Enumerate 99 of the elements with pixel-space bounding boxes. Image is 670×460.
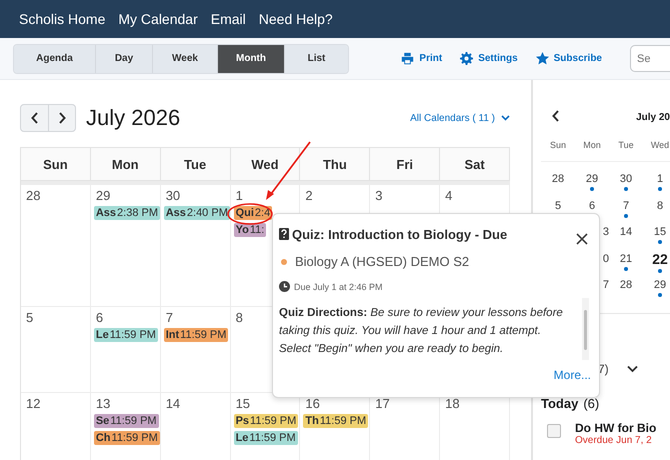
calendars-dropdown[interactable]: All Calendars ( 11 ) bbox=[410, 112, 510, 124]
nav-link[interactable]: Need Help? bbox=[258, 11, 333, 27]
settings-button[interactable]: Settings bbox=[460, 52, 518, 65]
mini-calendar-day[interactable]: 30 bbox=[620, 173, 632, 185]
view-tab[interactable]: List bbox=[285, 44, 348, 72]
quiz-directions: Quiz Directions: Be sure to review your lessons before taking this quiz. You will have 1 hour and 1 attempt. Select "Begin" when you are ready to begin. bbox=[279, 306, 564, 357]
weekday-label: Tue bbox=[609, 137, 643, 162]
task-title[interactable]: Do HW for Bio bbox=[575, 420, 656, 434]
help-icon bbox=[279, 228, 289, 240]
course-name: Biology A (HGSED) DEMO S2 bbox=[295, 254, 470, 269]
event-chip[interactable]: Int11:59 PM bbox=[164, 328, 228, 342]
mini-calendar-day[interactable]: 22 bbox=[652, 250, 668, 266]
task-checkbox[interactable] bbox=[547, 424, 561, 438]
weekday-header: Thu bbox=[300, 147, 370, 181]
day-number: 30 bbox=[164, 188, 180, 203]
clock-icon bbox=[279, 281, 290, 292]
chevron-down-icon[interactable] bbox=[626, 364, 638, 372]
event-chip[interactable]: Yo11: bbox=[234, 223, 266, 237]
view-tab[interactable]: Day bbox=[96, 44, 153, 72]
event-chip[interactable]: Th11:59 PM bbox=[303, 414, 368, 428]
task-count: 7) bbox=[598, 362, 609, 376]
day-number: 5 bbox=[25, 310, 34, 325]
mini-calendar-day[interactable]: 29 bbox=[586, 173, 598, 185]
mini-calendar-day[interactable]: 0 bbox=[602, 252, 609, 264]
weekday-header: Sun bbox=[21, 147, 91, 181]
weekday-label: Wed bbox=[643, 137, 670, 162]
weekday-label: Mon bbox=[575, 137, 609, 162]
chevron-right-icon bbox=[58, 112, 66, 124]
search-field[interactable]: Se bbox=[630, 45, 670, 72]
mini-calendar-day[interactable]: 28 bbox=[620, 279, 632, 291]
event-chip[interactable]: Ass2:38 PM bbox=[94, 206, 160, 220]
day-number: 29 bbox=[94, 188, 110, 203]
due-date: Due July 1 at 2:46 PM bbox=[294, 282, 383, 292]
highlight-ring bbox=[227, 203, 273, 225]
weekday-header: Mon bbox=[90, 147, 161, 181]
mini-calendar-day[interactable]: 1 bbox=[656, 173, 664, 185]
nav-link[interactable]: Email bbox=[210, 11, 246, 27]
view-tab[interactable]: Month bbox=[218, 44, 285, 72]
mini-calendar-day[interactable]: 3 bbox=[602, 226, 609, 238]
day-number: 18 bbox=[444, 396, 460, 411]
day-number: 3 bbox=[374, 188, 383, 203]
close-button[interactable] bbox=[575, 232, 589, 246]
event-chip[interactable]: Ass2:40 PM bbox=[164, 206, 230, 220]
subscribe-button[interactable]: Subscribe bbox=[536, 52, 602, 65]
mini-calendar-day[interactable]: 6 bbox=[588, 200, 596, 212]
more-link[interactable]: More... bbox=[554, 368, 591, 382]
month-title: July 2026 bbox=[86, 105, 180, 131]
weekday-header: Sat bbox=[440, 147, 510, 181]
mini-calendar-day[interactable]: 8 bbox=[656, 200, 664, 212]
gear-icon bbox=[460, 52, 474, 65]
nav-link[interactable]: My Calendar bbox=[118, 11, 198, 27]
day-number: 15 bbox=[234, 396, 250, 411]
mini-calendar-day[interactable]: 15 bbox=[654, 226, 666, 238]
event-chip[interactable]: Ch11:59 PM bbox=[94, 431, 160, 445]
event-chip[interactable]: Ps11:59 PM bbox=[234, 414, 298, 428]
chevron-left-icon bbox=[552, 110, 560, 122]
weekday-header: Tue bbox=[160, 147, 231, 181]
day-number: 14 bbox=[164, 396, 180, 411]
mini-calendar-title: July 20 bbox=[636, 112, 670, 122]
today-count: (6) bbox=[583, 396, 600, 410]
day-number: 12 bbox=[25, 396, 40, 411]
previous-month-button[interactable] bbox=[552, 110, 560, 124]
print-button[interactable]: Print bbox=[401, 52, 442, 65]
day-number: 13 bbox=[94, 396, 110, 411]
mini-calendar-day[interactable]: 14 bbox=[620, 226, 632, 238]
day-number: 28 bbox=[25, 188, 40, 203]
weekday-header: Wed bbox=[230, 147, 300, 181]
nav-link[interactable]: Scholis Home bbox=[19, 11, 106, 27]
chevron-left-icon bbox=[30, 112, 38, 124]
day-number: 7 bbox=[164, 310, 173, 325]
task-status: Overdue Jun 7, 2 bbox=[575, 434, 653, 446]
course-dot bbox=[281, 258, 287, 264]
day-number: 16 bbox=[304, 396, 320, 411]
weekday-label: Sun bbox=[541, 137, 575, 162]
mini-calendar-day[interactable]: 21 bbox=[620, 252, 632, 264]
day-number: 8 bbox=[234, 310, 243, 325]
weekday-header: Fri bbox=[370, 147, 440, 181]
today-heading: Today bbox=[541, 396, 578, 410]
mini-calendar-day[interactable]: 29 bbox=[654, 279, 666, 291]
mini-calendar-day[interactable]: 5 bbox=[554, 200, 562, 212]
day-number: 17 bbox=[374, 396, 390, 411]
day-number: 6 bbox=[94, 310, 104, 325]
popover-title: Quiz: Introduction to Biology - Due bbox=[292, 226, 508, 242]
view-tab[interactable]: Week bbox=[153, 44, 218, 72]
printer-icon bbox=[401, 52, 414, 65]
scrollbar[interactable] bbox=[582, 298, 589, 360]
day-number: 1 bbox=[234, 188, 243, 203]
star-icon bbox=[536, 52, 549, 65]
event-chip[interactable]: Se11:59 PM bbox=[94, 414, 159, 428]
chevron-down-icon bbox=[501, 115, 510, 121]
mini-calendar-day[interactable]: 7 bbox=[622, 200, 630, 212]
day-number: 4 bbox=[444, 188, 452, 203]
event-chip[interactable]: Le11:59 PM bbox=[94, 328, 158, 342]
mini-calendar-day[interactable]: 7 bbox=[602, 279, 609, 291]
event-chip[interactable]: Le11:59 PM bbox=[234, 431, 298, 445]
day-number: 2 bbox=[304, 188, 313, 203]
mini-calendar-day[interactable]: 28 bbox=[552, 173, 564, 185]
view-tab[interactable]: Agenda bbox=[14, 44, 96, 72]
event-chip[interactable]: Qui2:4 bbox=[234, 206, 272, 220]
